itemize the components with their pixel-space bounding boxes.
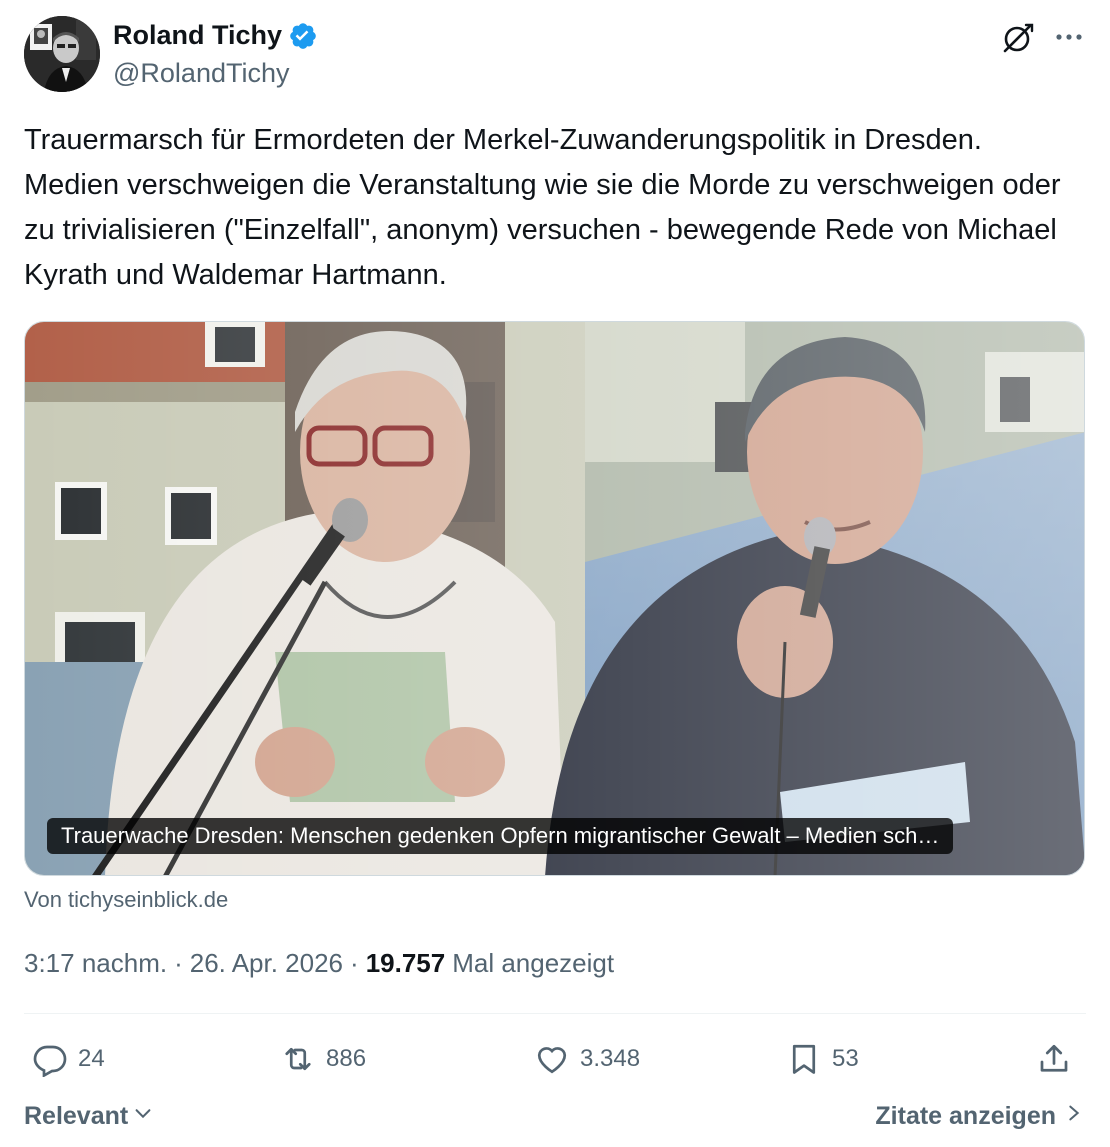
quotes-label: Zitate anzeigen bbox=[875, 1102, 1056, 1130]
share-button[interactable] bbox=[1036, 1034, 1072, 1084]
repost-button[interactable]: 886 bbox=[280, 1034, 366, 1084]
bookmark-count: 53 bbox=[832, 1045, 859, 1072]
reply-count: 24 bbox=[78, 1045, 105, 1072]
media-card[interactable]: Trauerwache Dresden: Menschen gedenken O… bbox=[24, 321, 1085, 876]
quotes-link[interactable]: Zitate anzeigen bbox=[875, 1102, 1084, 1131]
meta-separator: · bbox=[174, 948, 183, 978]
share-icon bbox=[1040, 1044, 1068, 1072]
like-count: 3.348 bbox=[580, 1045, 641, 1072]
reply-button[interactable]: 24 bbox=[32, 1034, 105, 1084]
bookmark-button[interactable]: 53 bbox=[786, 1034, 859, 1084]
avatar[interactable] bbox=[24, 16, 100, 92]
tweet-date[interactable]: 26. Apr. 2026 bbox=[190, 948, 343, 979]
author-handle[interactable]: @RolandTichy bbox=[113, 58, 289, 89]
grok-icon[interactable] bbox=[1000, 20, 1036, 56]
tweet-text: Trauermarsch für Ermordeten der Merkel-Z… bbox=[24, 124, 1061, 291]
chevron-right-icon bbox=[1064, 1102, 1084, 1131]
views-count: 19.757 bbox=[365, 948, 446, 978]
action-bar: 24 886 3.348 53 bbox=[24, 1034, 1086, 1084]
chevron-down-icon bbox=[132, 1102, 154, 1131]
meta-separator: · bbox=[350, 948, 359, 978]
media-caption: Trauerwache Dresden: Menschen gedenken O… bbox=[47, 818, 954, 854]
author-name[interactable]: Roland Tichy bbox=[113, 20, 282, 51]
repost-icon bbox=[285, 1047, 311, 1071]
tweet-time[interactable]: 3:17 nachm. bbox=[24, 948, 167, 979]
media-image bbox=[25, 322, 1084, 875]
tweet-header: Roland Tichy @RolandTichy bbox=[24, 16, 1086, 96]
tweet-meta: 3:17 nachm. · 26. Apr. 2026 · 19.757 Mal… bbox=[24, 948, 614, 979]
bookmark-icon bbox=[792, 1044, 816, 1074]
divider bbox=[24, 1013, 1086, 1014]
reply-icon bbox=[33, 1045, 67, 1077]
sort-label: Relevant bbox=[24, 1102, 129, 1130]
heart-icon bbox=[537, 1047, 567, 1074]
verified-badge-icon bbox=[288, 21, 318, 51]
media-source-link[interactable]: Von tichyseinblick.de bbox=[24, 887, 228, 913]
like-button[interactable]: 3.348 bbox=[534, 1034, 640, 1084]
more-icon[interactable] bbox=[1052, 20, 1086, 54]
sort-dropdown[interactable]: Relevant bbox=[24, 1102, 154, 1131]
views-label: Mal angezeigt bbox=[452, 948, 615, 978]
repost-count: 886 bbox=[326, 1045, 367, 1072]
author-name-row: Roland Tichy bbox=[113, 20, 318, 51]
